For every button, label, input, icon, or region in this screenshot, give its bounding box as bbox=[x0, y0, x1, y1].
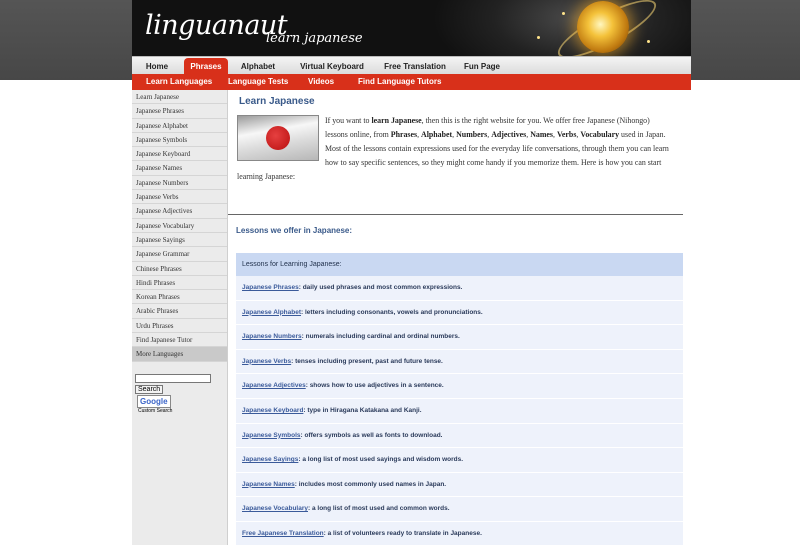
lesson-link-japanese-names[interactable]: Japanese Names bbox=[242, 481, 295, 488]
sidebar-item-japanese-adjectives[interactable]: Japanese Adjectives bbox=[132, 204, 227, 219]
nav-tab-home[interactable]: Home bbox=[140, 58, 174, 75]
subnav-language-tests[interactable]: Language Tests bbox=[228, 74, 288, 90]
lesson-description: : numerals including cardinal and ordina… bbox=[301, 333, 460, 341]
subnav-find-language-tutors[interactable]: Find Language Tutors bbox=[358, 74, 441, 90]
lesson-link-free-japanese-translation[interactable]: Free Japanese Translation bbox=[242, 530, 324, 537]
sidebar-item-japanese-phrases[interactable]: Japanese Phrases bbox=[132, 104, 227, 119]
lesson-link-japanese-phrases[interactable]: Japanese Phrases bbox=[242, 284, 299, 291]
subnav-videos[interactable]: Videos bbox=[308, 74, 334, 90]
lessons-list-header: Lessons for Learning Japanese: bbox=[236, 253, 683, 276]
intro-keyword: Phrases bbox=[390, 129, 418, 139]
lesson-link-japanese-verbs[interactable]: Japanese Verbs bbox=[242, 358, 291, 365]
lessons-list: Lessons for Learning Japanese: Japanese … bbox=[236, 253, 683, 545]
lesson-item: Japanese Alphabet: letters including con… bbox=[236, 301, 683, 326]
sidebar-item-urdu-phrases[interactable]: Urdu Phrases bbox=[132, 319, 227, 334]
sidebar-item-japanese-names[interactable]: Japanese Names bbox=[132, 161, 227, 176]
sidebar-item-more-languages[interactable]: More Languages bbox=[132, 347, 227, 362]
sidebar-item-arabic-phrases[interactable]: Arabic Phrases bbox=[132, 304, 227, 319]
site-banner: linguanaut learn japanese bbox=[132, 0, 691, 56]
intro-keyword: Verbs bbox=[556, 129, 577, 139]
lesson-description: : a long list of most used and common wo… bbox=[308, 505, 450, 513]
lesson-description: : a list of volunteers ready to translat… bbox=[323, 529, 482, 537]
sidebar-item-hindi-phrases[interactable]: Hindi Phrases bbox=[132, 276, 227, 291]
page-container: linguanaut learn japanese Home Phrases A… bbox=[132, 0, 691, 545]
sub-navigation: Learn Languages Language Tests Videos Fi… bbox=[132, 74, 691, 90]
sidebar-item-chinese-phrases[interactable]: Chinese Phrases bbox=[132, 262, 227, 276]
sidebar-item-japanese-vocabulary[interactable]: Japanese Vocabulary bbox=[132, 219, 227, 233]
intro-keyword: Adjectives bbox=[491, 129, 527, 139]
google-logo[interactable]: Google bbox=[137, 395, 171, 408]
lesson-item: Japanese Numbers: numerals including car… bbox=[236, 325, 683, 350]
nav-tab-free-translation[interactable]: Free Translation bbox=[378, 58, 452, 75]
lesson-description: : letters including consonants, vowels a… bbox=[301, 308, 483, 316]
sidebar-item-japanese-alphabet[interactable]: Japanese Alphabet bbox=[132, 119, 227, 133]
lesson-item: Japanese Names: includes most commonly u… bbox=[236, 473, 683, 498]
subnav-learn-languages[interactable]: Learn Languages bbox=[146, 74, 212, 90]
intro-keyword: Vocabulary bbox=[580, 129, 620, 139]
lesson-item: Japanese Keyboard: type in Hiragana Kata… bbox=[236, 399, 683, 424]
lesson-description: : daily used phrases and most common exp… bbox=[298, 284, 463, 291]
intro-keyword: Alphabet bbox=[421, 129, 453, 139]
sparkle-graphic bbox=[562, 12, 565, 15]
lesson-item: Japanese Symbols: offers symbols as well… bbox=[236, 424, 683, 449]
sidebar-item-japanese-verbs[interactable]: Japanese Verbs bbox=[132, 190, 227, 205]
nav-tab-fun-page[interactable]: Fun Page bbox=[460, 58, 504, 75]
intro-text-segment: If you want to bbox=[325, 116, 372, 125]
lesson-link-japanese-symbols[interactable]: Japanese Symbols bbox=[242, 432, 301, 439]
sparkle-graphic bbox=[537, 36, 540, 39]
lesson-link-japanese-adjectives[interactable]: Japanese Adjectives bbox=[242, 382, 306, 389]
lesson-description: : tenses including present, past and fut… bbox=[291, 357, 443, 365]
nav-tab-alphabet[interactable]: Alphabet bbox=[236, 58, 280, 75]
page-title: Learn Japanese bbox=[239, 96, 315, 107]
lesson-link-japanese-alphabet[interactable]: Japanese Alphabet bbox=[242, 309, 301, 316]
lesson-item: Japanese Phrases: daily used phrases and… bbox=[236, 276, 683, 301]
sidebar-item-japanese-numbers[interactable]: Japanese Numbers bbox=[132, 176, 227, 191]
intro-keyword: learn Japanese bbox=[371, 116, 422, 125]
intro-keyword: Numbers bbox=[456, 129, 488, 139]
sidebar-item-japanese-sayings[interactable]: Japanese Sayings bbox=[132, 233, 227, 248]
lesson-item: Japanese Vocabulary: a long list of most… bbox=[236, 497, 683, 522]
lesson-description: : offers symbols as well as fonts to dow… bbox=[300, 431, 443, 439]
lesson-link-japanese-numbers[interactable]: Japanese Numbers bbox=[242, 333, 302, 340]
intro-text-segment: used in Japan. bbox=[619, 129, 666, 139]
search-input[interactable] bbox=[135, 374, 211, 383]
section-divider bbox=[228, 214, 683, 215]
lesson-item: Japanese Verbs: tenses including present… bbox=[236, 350, 683, 375]
sidebar-item-japanese-symbols[interactable]: Japanese Symbols bbox=[132, 133, 227, 148]
lesson-link-japanese-keyboard[interactable]: Japanese Keyboard bbox=[242, 407, 303, 414]
custom-search-label: Custom Search bbox=[138, 408, 173, 414]
sidebar-item-japanese-keyboard[interactable]: Japanese Keyboard bbox=[132, 147, 227, 162]
lesson-description: : includes most commonly used names in J… bbox=[294, 480, 447, 488]
sparkle-graphic bbox=[647, 40, 650, 43]
main-navigation: Home Phrases Alphabet Virtual Keyboard F… bbox=[132, 56, 691, 75]
sidebar-item-korean-phrases[interactable]: Korean Phrases bbox=[132, 290, 227, 305]
intro-keyword: Names bbox=[530, 129, 553, 139]
sidebar: Learn Japanese Japanese Phrases Japanese… bbox=[132, 90, 228, 545]
sidebar-item-find-japanese-tutor[interactable]: Find Japanese Tutor bbox=[132, 333, 227, 348]
search-button[interactable]: Search bbox=[135, 385, 164, 394]
lesson-link-japanese-sayings[interactable]: Japanese Sayings bbox=[242, 456, 298, 463]
lessons-heading: Lessons we offer in Japanese: bbox=[236, 226, 353, 235]
main-content: Learn Japanese If you want to learn Japa… bbox=[228, 90, 691, 545]
lesson-description: : type in Hiragana Katakana and Kanji. bbox=[303, 406, 422, 414]
lesson-item: Japanese Sayings: a long list of most us… bbox=[236, 448, 683, 473]
nav-tab-virtual-keyboard[interactable]: Virtual Keyboard bbox=[294, 58, 370, 75]
nav-tab-phrases[interactable]: Phrases bbox=[184, 58, 228, 75]
sidebar-item-learn-japanese[interactable]: Learn Japanese bbox=[132, 90, 227, 105]
google-logo-text: Google bbox=[140, 397, 168, 406]
lesson-description: : shows how to use adjectives in a sente… bbox=[305, 382, 444, 390]
site-tagline: learn japanese bbox=[266, 31, 363, 46]
lesson-item: Japanese Adjectives: shows how to use ad… bbox=[236, 374, 683, 399]
lesson-item: Free Japanese Translation: a list of vol… bbox=[236, 522, 683, 545]
lesson-description: : a long list of most used sayings and w… bbox=[298, 456, 464, 464]
lesson-link-japanese-vocabulary[interactable]: Japanese Vocabulary bbox=[242, 505, 308, 512]
planet-graphic bbox=[577, 1, 629, 53]
intro-text: If you want to learn Japanese, then this… bbox=[237, 114, 674, 184]
sidebar-item-japanese-grammar[interactable]: Japanese Grammar bbox=[132, 247, 227, 262]
